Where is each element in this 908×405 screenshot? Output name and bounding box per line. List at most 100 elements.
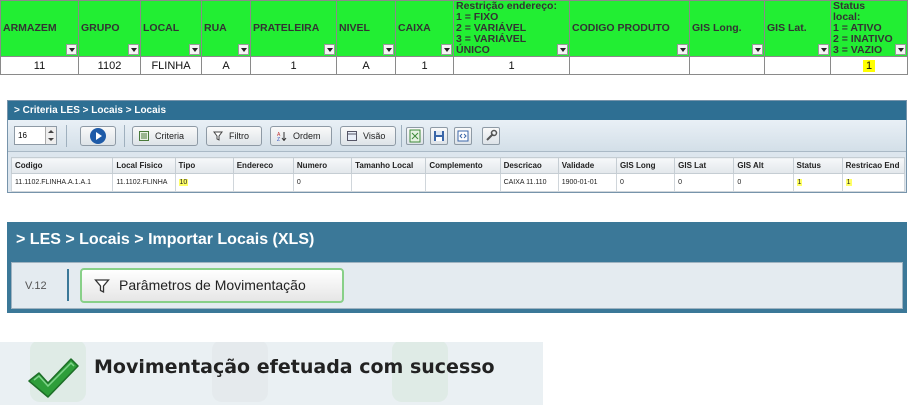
column-header[interactable]: GIS Alt (733, 157, 794, 174)
save-icon (434, 131, 444, 141)
code-button[interactable] (454, 127, 472, 145)
run-button[interactable] (80, 126, 116, 146)
parametros-movimentacao-button[interactable]: Parâmetros de Movimentação (80, 268, 344, 303)
table-cell[interactable]: A (201, 56, 251, 75)
header-caixa: CAIXA (395, 0, 454, 57)
save-button[interactable] (430, 127, 448, 145)
table-cell[interactable]: 11.1102.FLINHA.A.1.A.1 (10, 173, 114, 192)
toolbar-divider (66, 125, 67, 147)
filter-dropdown-button[interactable] (324, 44, 335, 55)
toolbar: 16 Criteria Filtro AZ Ordem Visão (8, 120, 906, 152)
filter-icon (213, 131, 223, 141)
table-cell[interactable]: 1 (792, 173, 843, 192)
excel-icon (409, 129, 421, 143)
table-cell[interactable]: 0 (292, 173, 353, 192)
table-cell[interactable]: 0 (674, 173, 735, 192)
table-cell[interactable]: 1 (841, 173, 906, 192)
toolbar-divider (67, 269, 69, 301)
column-header[interactable]: GIS Lat (674, 157, 735, 174)
table-row[interactable]: 11.1102.FLINHA.A.1.A.1 11.1102.FLINHA 10… (10, 173, 906, 192)
table-cell[interactable]: 0 (615, 173, 676, 192)
table-cell[interactable]: 1 (250, 56, 337, 75)
table-cell[interactable]: 0 (733, 173, 794, 192)
table-cell[interactable]: 1900-01-01 (557, 173, 617, 192)
ordem-label: Ordem (293, 131, 321, 141)
page-size-value: 16 (18, 131, 27, 140)
table-cell[interactable] (351, 173, 427, 192)
toolbar-divider (124, 125, 125, 147)
filter-dropdown-button[interactable] (441, 44, 452, 55)
column-header[interactable]: Descricao (499, 157, 559, 174)
code-icon (457, 130, 469, 142)
import-locais-panel: > LES > Locais > Importar Locais (XLS) V… (7, 222, 907, 313)
les-locais-panel: > Criteria LES > Locais > Locais 16 Crit… (7, 100, 907, 193)
spreadsheet-header-row: ARMAZEM GRUPO LOCAL RUA PRATELEIRA NIVEL… (0, 0, 908, 57)
table-cell[interactable]: 1102 (78, 56, 141, 75)
table-cell[interactable]: 1 (830, 56, 908, 75)
filter-dropdown-button[interactable] (818, 44, 829, 55)
column-header[interactable]: Endereco (232, 157, 294, 174)
header-status-local: Status local: 1 = ATIVO 2 = INATIVO 3 = … (830, 0, 908, 57)
visao-label: Visão (363, 131, 386, 141)
filter-dropdown-button[interactable] (189, 44, 200, 55)
header-grupo: GRUPO (78, 0, 141, 57)
filter-dropdown-button[interactable] (677, 44, 688, 55)
stepper-arrows-icon[interactable] (45, 127, 56, 144)
breadcrumb: > LES > Locais > Importar Locais (XLS) (16, 231, 315, 248)
ordem-button[interactable]: AZ Ordem (270, 126, 332, 146)
table-cell[interactable]: 1 (395, 56, 454, 75)
toolbar-divider (401, 125, 402, 147)
criteria-button[interactable]: Criteria (132, 126, 198, 146)
column-header[interactable]: Restricao End (841, 157, 906, 174)
sort-icon: AZ (277, 132, 287, 141)
table-cell[interactable]: 1 (453, 56, 570, 75)
table-cell[interactable]: 10 (174, 173, 234, 192)
header-gis-long: GIS Long. (689, 0, 765, 57)
column-header[interactable]: Tipo (174, 157, 234, 174)
filtro-button[interactable]: Filtro (206, 126, 262, 146)
header-restricao-endereco: Restrição endereço: 1 = FIXO 2 = VARIÁVE… (453, 0, 570, 57)
column-header[interactable]: Status (792, 157, 843, 174)
checkmark-icon (28, 358, 79, 398)
filter-dropdown-button[interactable] (383, 44, 394, 55)
table-cell[interactable] (232, 173, 294, 192)
table-cell[interactable]: 11 (0, 56, 79, 75)
header-gis-lat: GIS Lat. (764, 0, 831, 57)
table-cell[interactable] (764, 56, 831, 75)
table-cell[interactable] (689, 56, 765, 75)
column-header[interactable]: GIS Long (615, 157, 676, 174)
success-message-text: Movimentação efetuada com sucesso (94, 356, 495, 378)
table-cell[interactable] (425, 173, 501, 192)
column-header[interactable]: Codigo (10, 157, 114, 174)
tool-icon (486, 129, 498, 141)
highlighted-value: 1 (845, 179, 852, 186)
filter-dropdown-button[interactable] (557, 44, 568, 55)
column-header[interactable]: Local Fisico (112, 157, 176, 174)
page-size-stepper[interactable]: 16 (14, 126, 57, 145)
filter-dropdown-button[interactable] (238, 44, 249, 55)
filtro-label: Filtro (229, 131, 249, 141)
locais-grid: Codigo Local Fisico Tipo Endereco Numero… (10, 157, 906, 192)
tools-button[interactable] (482, 127, 500, 145)
column-header[interactable]: Complemento (425, 157, 501, 174)
filter-dropdown-button[interactable] (895, 44, 906, 55)
breadcrumb: > Criteria LES > Locais > Locais (8, 101, 906, 120)
table-cell[interactable] (569, 56, 690, 75)
column-header[interactable]: Numero (292, 157, 353, 174)
filter-dropdown-button[interactable] (66, 44, 77, 55)
column-header[interactable]: Validade (557, 157, 617, 174)
column-header[interactable]: Tamanho Local (351, 157, 427, 174)
grid-header-row: Codigo Local Fisico Tipo Endereco Numero… (10, 157, 906, 174)
table-cell[interactable]: CAIXA 11.110 (499, 173, 559, 192)
table-cell[interactable]: 11.1102.FLINHA (112, 173, 176, 192)
visao-button[interactable]: Visão (340, 126, 396, 146)
filter-dropdown-button[interactable] (752, 44, 763, 55)
funnel-icon (94, 279, 110, 294)
highlighted-value: 10 (178, 179, 189, 186)
header-prateleira: PRATELEIRA (250, 0, 337, 57)
header-codigo-produto: CODIGO PRODUTO (569, 0, 690, 57)
table-cell[interactable]: A (336, 56, 396, 75)
excel-export-button[interactable] (406, 127, 424, 145)
filter-dropdown-button[interactable] (128, 44, 139, 55)
table-cell[interactable]: FLINHA (140, 56, 202, 75)
